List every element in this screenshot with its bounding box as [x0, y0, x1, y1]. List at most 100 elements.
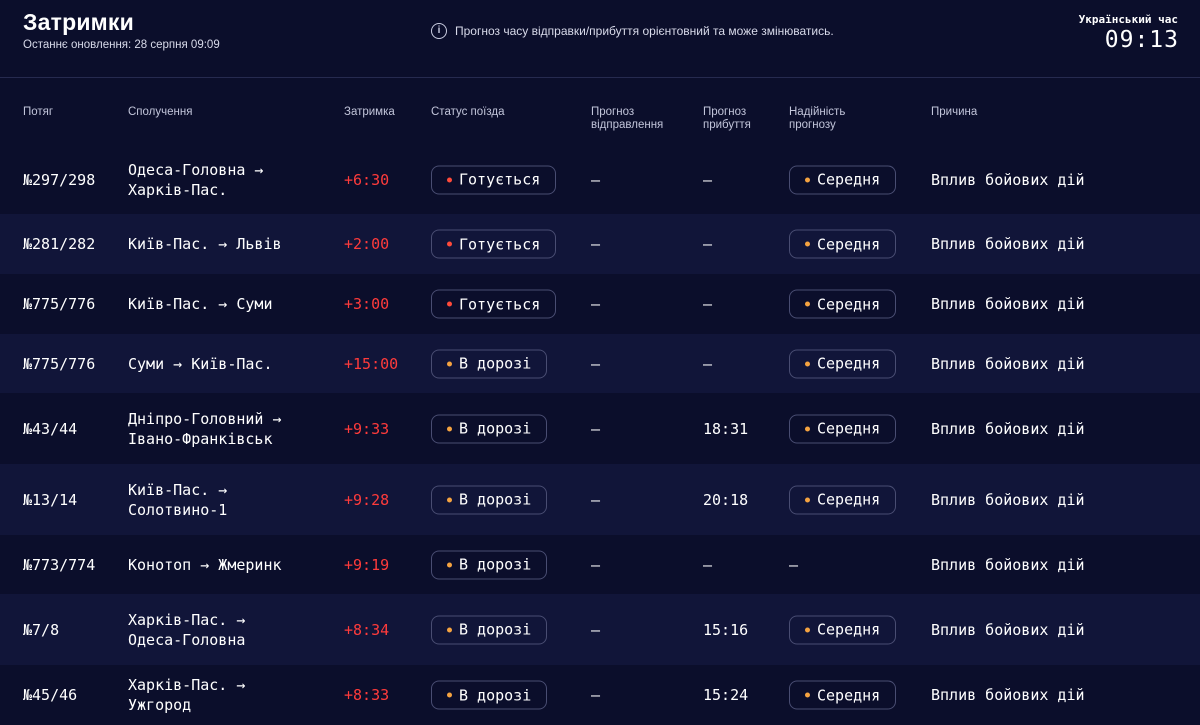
reliability-label: Середня	[817, 295, 881, 313]
status-badge: Готується	[431, 165, 557, 194]
departure-forecast: —	[591, 555, 601, 574]
forecast-notice: i Прогноз часу відправки/прибуття орієнт…	[431, 23, 834, 39]
last-updated: Останнє оновлення: 28 серпня 09:09	[23, 39, 220, 51]
arrival-forecast: 15:16	[703, 620, 749, 639]
info-icon: i	[431, 23, 447, 39]
status-dot-icon	[447, 301, 452, 307]
reliability-badge: Середня	[789, 165, 897, 194]
reliability-label: Середня	[817, 490, 881, 509]
table-row[interactable]: №775/776 Київ-Пас. → Суми +3:00 Готуєтьс…	[0, 274, 1200, 334]
status-label: Готується	[459, 170, 541, 189]
reliability-dot-icon	[805, 301, 810, 307]
table-row[interactable]: №45/46 Харків-Пас. → Ужгород +8:33 В дор…	[0, 665, 1200, 725]
reliability-badge: Середня	[789, 680, 897, 710]
table-row[interactable]: №13/14 Київ-Пас. → Солотвино-1 +9:28 В д…	[0, 464, 1200, 535]
reliability-dot-icon	[805, 692, 810, 698]
col-reason: Причина	[931, 106, 978, 118]
status-badge: В дорозі	[431, 485, 548, 514]
departure-forecast: —	[591, 354, 601, 373]
route: Харків-Пас. → Одеса-Головна	[128, 610, 246, 649]
arrival-forecast: —	[703, 235, 713, 253]
status-cell: В дорозі	[431, 550, 548, 579]
col-status: Статус поїзда	[431, 106, 505, 118]
reliability-dot-icon	[805, 426, 810, 431]
status-dot-icon	[447, 177, 452, 182]
status-badge: В дорозі	[431, 550, 548, 579]
table-row[interactable]: №773/774 Конотоп → Жмеринк +9:19 В дороз…	[0, 535, 1200, 594]
reliability-cell: Середня	[789, 485, 897, 514]
col-reliability: Надійність прогнозу	[789, 106, 846, 131]
train-number: №7/8	[23, 620, 60, 639]
status-dot-icon	[447, 497, 452, 502]
delay-value: +6:30	[344, 170, 390, 189]
status-label: В дорозі	[459, 490, 532, 509]
arrival-forecast: —	[703, 354, 713, 373]
reason: Вплив бойових дій	[931, 620, 1085, 639]
reliability-dot-icon	[805, 241, 810, 247]
reliability-label: Середня	[817, 170, 881, 189]
arrival-forecast: —	[703, 295, 713, 313]
route: Одеса-Головна → Харків-Пас.	[128, 160, 264, 199]
status-label: В дорозі	[459, 555, 532, 574]
status-label: В дорозі	[459, 620, 532, 639]
status-badge: Готується	[431, 289, 557, 319]
departure-forecast: —	[591, 295, 601, 313]
route: Харків-Пас. → Ужгород	[128, 676, 246, 714]
status-dot-icon	[447, 426, 452, 431]
delay-value: +8:34	[344, 620, 390, 639]
status-dot-icon	[447, 627, 452, 632]
reliability-badge: Середня	[789, 229, 897, 259]
status-cell: В дорозі	[431, 680, 548, 710]
col-dep-forecast: Прогноз відправлення	[591, 106, 664, 131]
departure-forecast: —	[591, 490, 601, 509]
table-row[interactable]: №7/8 Харків-Пас. → Одеса-Головна +8:34 В…	[0, 594, 1200, 665]
reliability-cell: Середня	[789, 165, 897, 194]
reliability-dot-icon	[805, 361, 810, 366]
reliability-label: Середня	[817, 620, 881, 639]
delay-value: +2:00	[344, 235, 390, 253]
table-row[interactable]: №297/298 Одеса-Головна → Харків-Пас. +6:…	[0, 145, 1200, 214]
route: Суми → Київ-Пас.	[128, 354, 273, 373]
delay-value: +9:33	[344, 419, 390, 438]
route: Київ-Пас. → Львів	[128, 235, 282, 253]
table-row[interactable]: №43/44 Дніпро-Головний → Івано-Франківсь…	[0, 393, 1200, 464]
train-number: №773/774	[23, 555, 96, 574]
col-route: Сполучення	[128, 106, 193, 118]
reliability-value: —	[789, 555, 799, 574]
reliability-cell: Середня	[789, 349, 897, 378]
reliability-cell: Середня	[789, 414, 897, 443]
page-title: Затримки	[23, 9, 134, 35]
delay-value: +15:00	[344, 354, 399, 373]
reason: Вплив бойових дій	[931, 170, 1085, 189]
departure-forecast: —	[591, 620, 601, 639]
train-number: №775/776	[23, 295, 96, 313]
status-dot-icon	[447, 241, 452, 247]
table-row[interactable]: №775/776 Суми → Київ-Пас. +15:00 В дороз…	[0, 334, 1200, 393]
delay-value: +9:19	[344, 555, 390, 574]
arrival-forecast: —	[703, 170, 713, 189]
arrival-forecast: 18:31	[703, 419, 749, 438]
table-row[interactable]: №281/282 Київ-Пас. → Львів +2:00 Готуєть…	[0, 214, 1200, 274]
status-dot-icon	[447, 562, 452, 567]
status-dot-icon	[447, 692, 452, 698]
status-badge: Готується	[431, 229, 557, 259]
train-number: №297/298	[23, 170, 96, 189]
reliability-dot-icon	[805, 627, 810, 632]
col-delay: Затримка	[344, 106, 395, 118]
reason: Вплив бойових дій	[931, 295, 1085, 313]
train-number: №43/44	[23, 419, 78, 438]
status-badge: В дорозі	[431, 615, 548, 644]
departure-forecast: —	[591, 419, 601, 438]
forecast-notice-text: Прогноз часу відправки/прибуття орієнтов…	[455, 24, 834, 38]
reliability-badge: Середня	[789, 349, 897, 378]
delay-value: +8:33	[344, 686, 390, 704]
delay-value: +9:28	[344, 490, 390, 509]
reliability-cell: Середня	[789, 229, 897, 259]
delay-value: +3:00	[344, 295, 390, 313]
train-number: №45/46	[23, 686, 78, 704]
reliability-cell: Середня	[789, 615, 897, 644]
status-cell: В дорозі	[431, 414, 548, 443]
reliability-label: Середня	[817, 419, 881, 438]
status-label: В дорозі	[459, 686, 532, 704]
col-train: Потяг	[23, 106, 54, 118]
